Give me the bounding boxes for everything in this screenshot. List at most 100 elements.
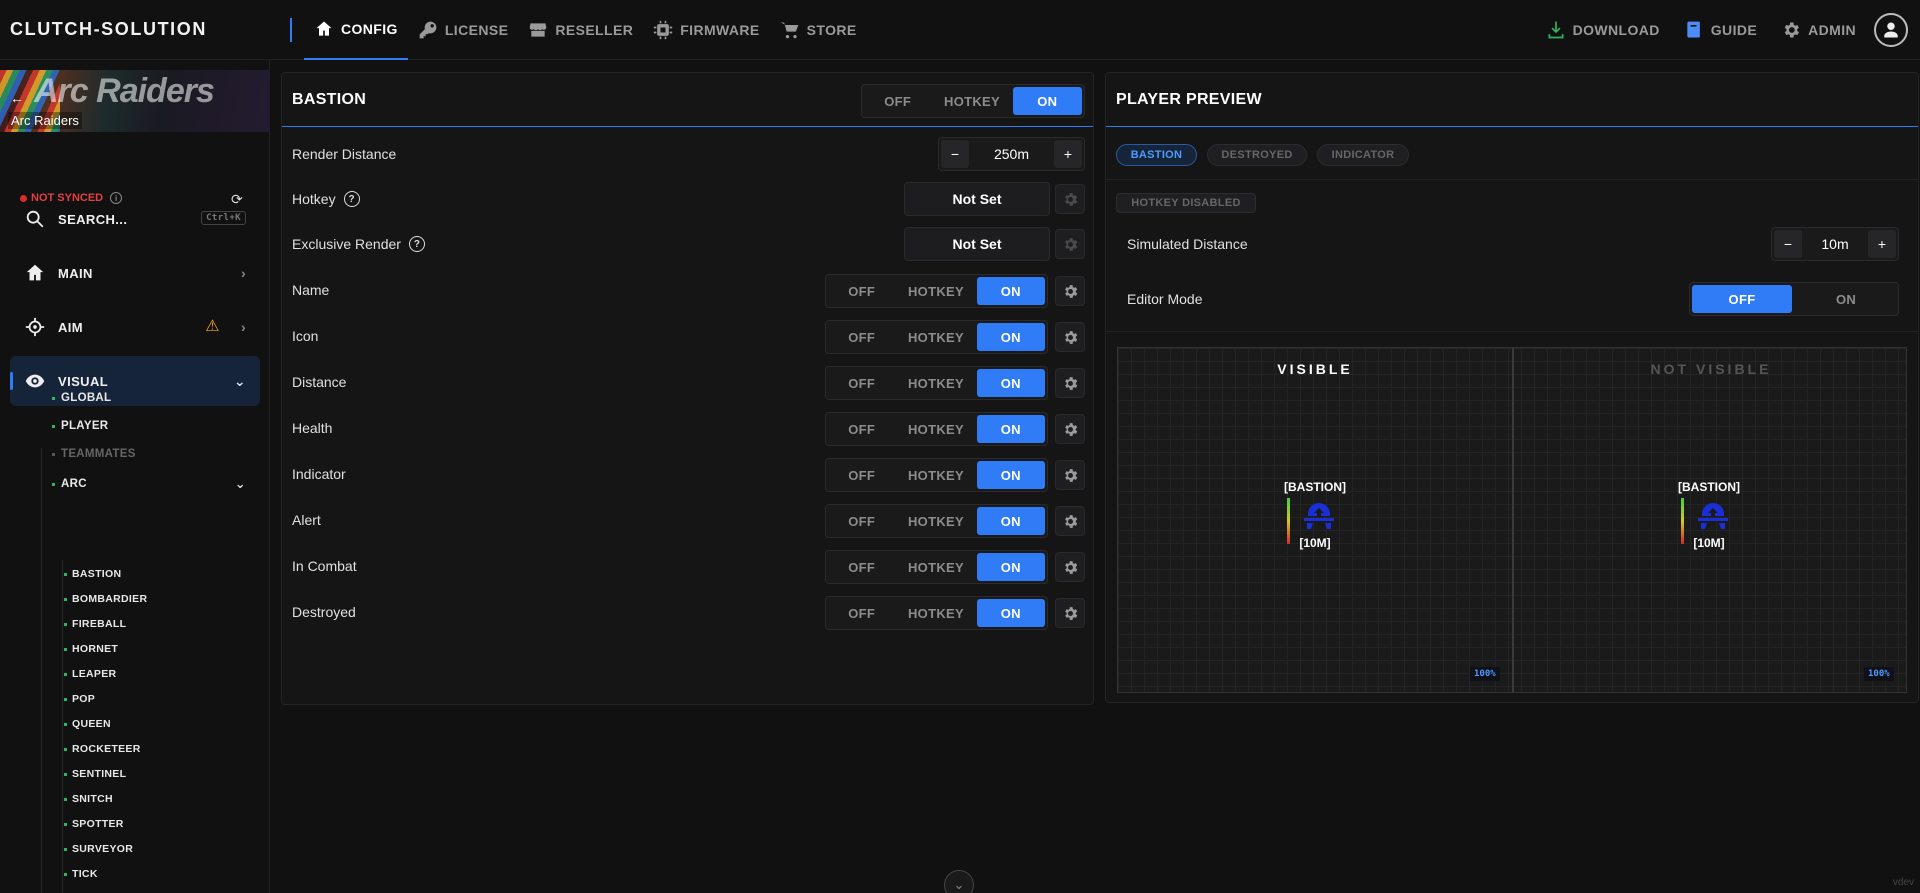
toggle-hotkey-option[interactable]: HOTKEY: [897, 505, 974, 537]
bullet-icon: [64, 697, 67, 701]
sidebar-sub-player[interactable]: PLAYER: [52, 420, 108, 432]
render-distance-label: Render Distance: [292, 146, 396, 162]
decrement-button[interactable]: −: [941, 140, 969, 168]
sidebar-arc-item[interactable]: HORNET: [64, 643, 118, 655]
hotkey-settings-button[interactable]: [1055, 184, 1085, 214]
sidebar-arc-item[interactable]: ROCKETEER: [64, 743, 141, 755]
increment-button[interactable]: +: [1868, 230, 1896, 258]
toggle-hotkey-option[interactable]: HOTKEY: [897, 413, 974, 445]
feature-toggle: OFF HOTKEY ON: [825, 366, 1048, 400]
sidebar-arc-item[interactable]: SURVEYOR: [64, 843, 133, 855]
exclusive-render-settings-button[interactable]: [1055, 229, 1085, 259]
gear-icon: [1064, 330, 1077, 344]
scroll-down-button[interactable]: ⌄: [944, 870, 974, 893]
toggle-off-option[interactable]: OFF: [826, 551, 897, 583]
feature-settings-button[interactable]: [1055, 414, 1085, 444]
avatar[interactable]: [1874, 13, 1908, 47]
sidebar-arc-item[interactable]: QUEEN: [64, 718, 111, 730]
toggle-on-option[interactable]: ON: [976, 553, 1045, 581]
toggle-on-option[interactable]: ON: [976, 507, 1045, 535]
feature-settings-button[interactable]: [1055, 598, 1085, 628]
toggle-on-option[interactable]: ON: [976, 415, 1045, 443]
increment-button[interactable]: +: [1054, 140, 1082, 168]
sidebar-arc-item[interactable]: LEAPER: [64, 668, 116, 680]
toggle-off-option[interactable]: OFF: [826, 367, 897, 399]
toggle-hotkey-option[interactable]: HOTKEY: [897, 275, 974, 307]
nav-reseller[interactable]: RESELLER: [518, 0, 643, 60]
sidebar-sub-global[interactable]: GLOBAL: [52, 392, 111, 404]
nav-download[interactable]: DOWNLOAD: [1536, 0, 1670, 60]
sidebar-search[interactable]: SEARCH... Ctrl+K: [10, 194, 260, 244]
feature-settings-button[interactable]: [1055, 368, 1085, 398]
toggle-off-option[interactable]: OFF: [826, 275, 897, 307]
sidebar-arc-item[interactable]: POP: [64, 693, 95, 705]
master-off-option[interactable]: OFF: [862, 85, 933, 117]
toggle-on-option[interactable]: ON: [976, 599, 1045, 627]
preview-pill-destroyed[interactable]: DESTROYED: [1207, 144, 1307, 166]
feature-settings-button[interactable]: [1055, 552, 1085, 582]
toggle-off-option[interactable]: OFF: [826, 597, 897, 629]
sidebar-arc-item-label: SNITCH: [72, 793, 113, 805]
master-on-option[interactable]: ON: [1012, 87, 1082, 115]
sidebar-arc-item[interactable]: TICK: [64, 868, 98, 880]
gear-icon: [1064, 284, 1077, 298]
editor-off-option[interactable]: OFF: [1692, 285, 1792, 313]
esp-target-visible[interactable]: [BASTION] [10M]: [1255, 480, 1375, 560]
sidebar-sub-arc[interactable]: ARC ⌄: [52, 476, 246, 491]
nav-store[interactable]: STORE: [770, 0, 867, 60]
nav-config[interactable]: CONFIG: [304, 0, 408, 60]
toggle-hotkey-option[interactable]: HOTKEY: [897, 367, 974, 399]
toggle-off-option[interactable]: OFF: [826, 321, 897, 353]
esp-preview-canvas[interactable]: VISIBLE NOT VISIBLE [BASTION] [10M] [BAS…: [1117, 347, 1907, 693]
bullet-icon: [64, 797, 67, 801]
bullet-icon: [52, 424, 55, 428]
help-icon[interactable]: ?: [343, 191, 360, 207]
editor-on-option[interactable]: ON: [1794, 283, 1898, 315]
preview-pill-bastion[interactable]: BASTION: [1116, 144, 1197, 166]
feature-settings-button[interactable]: [1055, 506, 1085, 536]
toggle-off-option[interactable]: OFF: [826, 459, 897, 491]
nav-license[interactable]: LICENSE: [408, 0, 518, 60]
toggle-hotkey-option[interactable]: HOTKEY: [897, 459, 974, 491]
sidebar-arc-item[interactable]: SNITCH: [64, 793, 113, 805]
esp-target-not-visible[interactable]: [BASTION] [10M]: [1649, 480, 1769, 560]
feature-settings-button[interactable]: [1055, 460, 1085, 490]
toggle-off-option[interactable]: OFF: [826, 505, 897, 537]
sidebar-arc-item[interactable]: SPOTTER: [64, 818, 124, 830]
sidebar-sub-teammates[interactable]: TEAMMATES: [52, 448, 136, 460]
sidebar-arc-item[interactable]: FIREBALL: [64, 618, 126, 630]
sidebar-arc-item[interactable]: BOMBARDIER: [64, 593, 147, 605]
sim-distance-value[interactable]: 10m: [1804, 236, 1866, 252]
sidebar-item-visual[interactable]: VISUAL ⌄: [10, 356, 260, 406]
toggle-hotkey-option[interactable]: HOTKEY: [897, 597, 974, 629]
render-distance-value[interactable]: 250m: [971, 146, 1052, 162]
sidebar-arc-item[interactable]: SENTINEL: [64, 768, 126, 780]
toggle-on-option[interactable]: ON: [976, 323, 1045, 351]
toggle-on-option[interactable]: ON: [976, 277, 1045, 305]
feature-settings-button[interactable]: [1055, 276, 1085, 306]
sidebar-item-main[interactable]: MAIN ›: [10, 248, 260, 298]
feature-settings-button[interactable]: [1055, 322, 1085, 352]
exclusive-render-bind-button[interactable]: Not Set: [904, 227, 1050, 261]
sidebar-item-aim[interactable]: AIM ⚠ ›: [10, 302, 260, 352]
help-icon[interactable]: ?: [408, 236, 425, 252]
nav-guide[interactable]: GUIDE: [1674, 0, 1767, 60]
zoom-level-right[interactable]: 100%: [1864, 667, 1894, 681]
back-arrow-icon[interactable]: ←: [10, 90, 24, 106]
toggle-hotkey-option[interactable]: HOTKEY: [897, 321, 974, 353]
preview-pill-indicator[interactable]: INDICATOR: [1317, 144, 1409, 166]
sidebar-arc-item[interactable]: BASTION: [64, 568, 121, 580]
toggle-on-option[interactable]: ON: [976, 461, 1045, 489]
master-hotkey-option[interactable]: HOTKEY: [933, 85, 1010, 117]
sidebar-arc-item-label: BOMBARDIER: [72, 593, 148, 605]
toggle-off-option[interactable]: OFF: [826, 413, 897, 445]
nav-admin[interactable]: ADMIN: [1771, 0, 1866, 60]
nav-firmware[interactable]: FIRMWARE: [643, 0, 769, 60]
zoom-level-left[interactable]: 100%: [1470, 667, 1500, 681]
esp-distance: [10M]: [1693, 536, 1725, 550]
toggle-hotkey-option[interactable]: HOTKEY: [897, 551, 974, 583]
hotkey-bind-button[interactable]: Not Set: [904, 182, 1050, 216]
game-banner[interactable]: Arc Raiders ← Arc Raiders: [0, 70, 270, 132]
toggle-on-option[interactable]: ON: [976, 369, 1045, 397]
decrement-button[interactable]: −: [1774, 230, 1802, 258]
